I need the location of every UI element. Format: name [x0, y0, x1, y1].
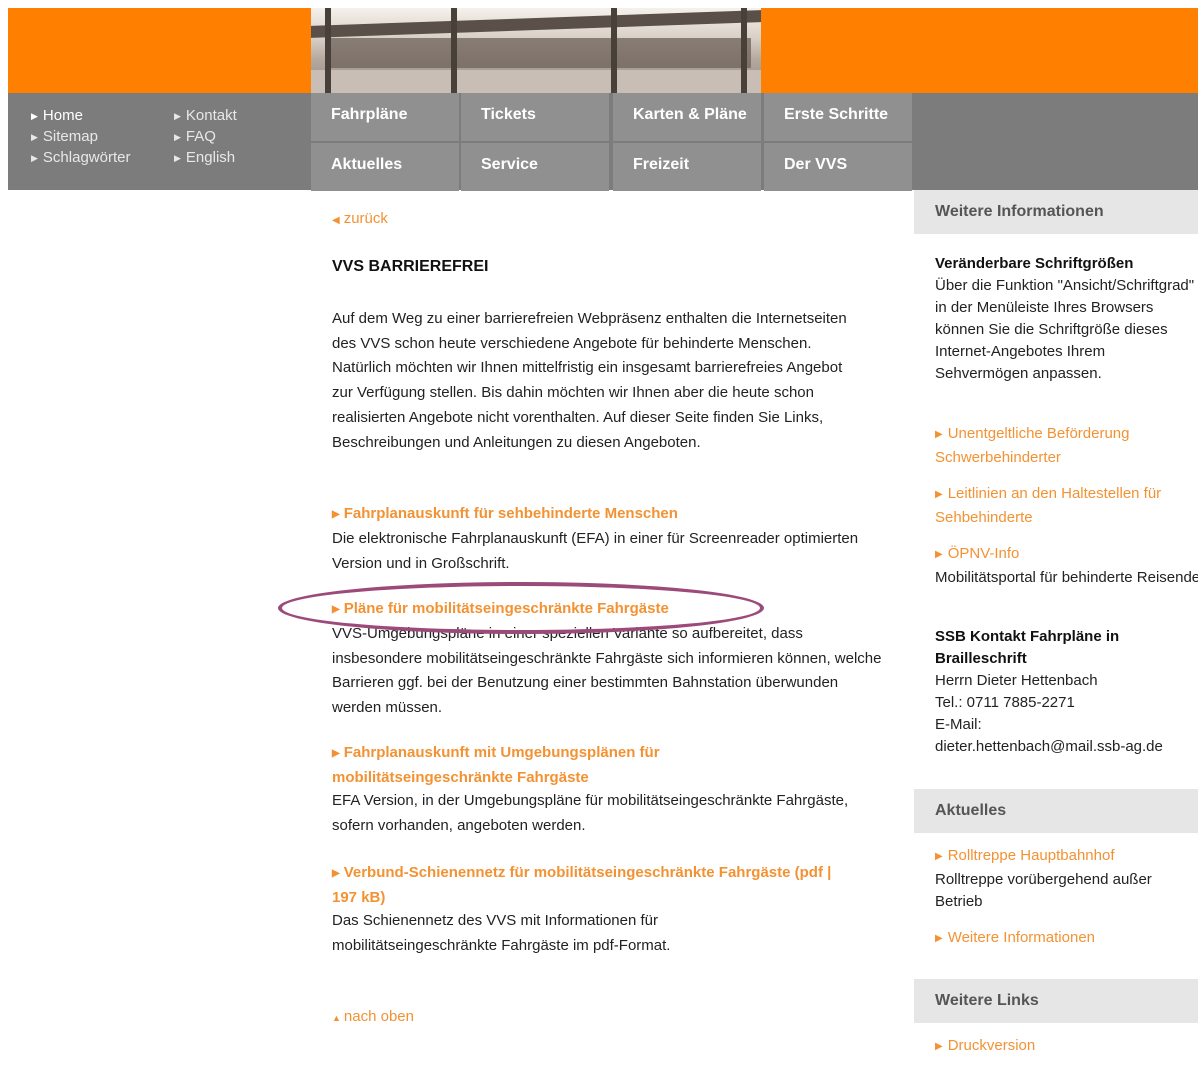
util-link-english[interactable]: ▶ English: [174, 149, 235, 168]
contact-email-label: E-Mail:: [935, 716, 982, 733]
util-link-schlagwoerter[interactable]: ▶ Schlagwörter: [31, 149, 130, 168]
triangle-right-icon: ▶: [935, 549, 943, 560]
contact-title: SSB Kontakt Fahrpläne in Brailleschrift: [935, 628, 1120, 667]
triangle-right-icon: ▶: [935, 429, 943, 440]
sidebar-link-befoerderung[interactable]: ▶ Unentgeltliche Beförderung Schwerbehind…: [935, 425, 1130, 466]
contact-phone: Tel.: 0711 7885-2271: [935, 694, 1075, 711]
triangle-left-icon: ◀: [332, 215, 340, 226]
triangle-right-icon: ▶: [174, 153, 181, 163]
font-size-title: Veränderbare Schriftgrößen: [935, 255, 1134, 272]
nav-fahrplaene[interactable]: Fahrpläne: [311, 93, 459, 141]
util-link-sitemap[interactable]: ▶ Sitemap: [31, 128, 98, 147]
nav-karten-plaene[interactable]: Karten & Pläne: [613, 93, 761, 141]
sidebar-heading-aktuelles: Aktuelles: [914, 789, 1198, 833]
sidebar-heading-weitere-informationen: Weitere Informationen: [914, 190, 1198, 234]
sidebar-link-weitere-informationen[interactable]: ▶ Weitere Informationen: [935, 929, 1095, 946]
sidebar-link-druckversion[interactable]: ▶ Druckversion: [935, 1037, 1035, 1054]
triangle-right-icon: ▶: [935, 933, 943, 944]
sidebar-link-item: ▶ Weitere Informationen: [935, 927, 1198, 951]
page-title: VVS BARRIEREFREI: [332, 258, 489, 275]
entry-title-link[interactable]: ▶ Fahrplanauskunft für sehbehinderte Mens…: [332, 505, 678, 522]
font-size-info: Veränderbare Schriftgrößen Über die Funk…: [935, 253, 1198, 385]
nav-tickets[interactable]: Tickets: [461, 93, 609, 141]
nav-aktuelles[interactable]: Aktuelles: [311, 143, 459, 191]
sidebar-link-item: ▶ Leitlinien an den Haltestellen für Sehb…: [935, 483, 1198, 529]
back-link[interactable]: ◀ zurück: [332, 210, 388, 227]
sidebar-link-item: ▶ Druckversion: [935, 1035, 1198, 1059]
triangle-right-icon: ▶: [31, 111, 38, 121]
util-link-home[interactable]: ▶ Home: [31, 107, 83, 126]
intro-text: Auf dem Weg zu einer barrierefreien Webp…: [332, 310, 847, 451]
entry-title-link[interactable]: ▶ Fahrplanauskunft mit Umgebungsplänen fü…: [332, 744, 660, 786]
entry-screenreader: ▶ Fahrplanauskunft für sehbehinderte Mens…: [332, 502, 887, 576]
triangle-right-icon: ▶: [31, 153, 38, 163]
sidebar-heading-weitere-links: Weitere Links: [914, 979, 1198, 1023]
sidebar: Weitere Informationen Veränderbare Schri…: [914, 190, 1198, 1065]
entry-description: VVS-Umgebungspläne in einer speziellen V…: [332, 625, 882, 717]
contact-name: Herrn Dieter Hettenbach: [935, 672, 1098, 689]
sidebar-link-rolltreppe[interactable]: ▶ Rolltreppe Hauptbahnhof: [935, 847, 1115, 864]
highlight-ellipse: [278, 582, 764, 634]
sidebar-link-item: ▶ ÖPNV-Info Mobilitätsportal für behinder…: [935, 543, 1198, 589]
entry-description: EFA Version, in der Umgebungspläne für m…: [332, 792, 849, 834]
nav-der-vvs[interactable]: Der VVS: [764, 143, 912, 191]
contact-email[interactable]: dieter.hettenbach@mail.ssb-ag.de: [935, 738, 1163, 755]
triangle-right-icon: ▶: [935, 1041, 943, 1052]
entry-title-link[interactable]: ▶ Verbund-Schienennetz für mobilitätseing…: [332, 864, 831, 906]
entry-schienennetz: ▶ Verbund-Schienennetz für mobilitätseing…: [332, 861, 852, 958]
entry-description: Die elektronische Fahrplanauskunft (EFA)…: [332, 530, 859, 572]
triangle-up-icon: ▲: [332, 1013, 341, 1023]
entry-description: Das Schienennetz des VVS mit Information…: [332, 912, 671, 954]
triangle-right-icon: ▶: [935, 489, 943, 500]
back-to-top-link[interactable]: ▲ nach oben: [332, 1008, 414, 1025]
triangle-right-icon: ▶: [332, 509, 340, 520]
entry-fahrplanauskunft-umgebung: ▶ Fahrplanauskunft mit Umgebungsplänen fü…: [332, 741, 848, 838]
sidebar-link-item: ▶ Unentgeltliche Beförderung Schwerbehind…: [935, 423, 1198, 469]
util-link-kontakt[interactable]: ▶ Kontakt: [174, 107, 237, 126]
util-link-faq[interactable]: ▶ FAQ: [174, 128, 216, 147]
nav-erste-schritte[interactable]: Erste Schritte: [764, 93, 912, 141]
contact-info: SSB Kontakt Fahrpläne in Brailleschrift …: [935, 626, 1198, 758]
triangle-right-icon: ▶: [332, 868, 340, 879]
font-size-text: Über die Funktion "Ansicht/Schriftgrad" …: [935, 277, 1195, 382]
sidebar-link-description: Rolltreppe vorübergehend außer Betrieb: [935, 871, 1152, 910]
main-navigation: Fahrpläne Tickets Karten & Pläne Erste S…: [311, 93, 913, 191]
sidebar-link-item: ▶ Rolltreppe Hauptbahnhof Rolltreppe vorü…: [935, 845, 1198, 913]
sidebar-link-description: Mobilitätsportal für behinderte Reisende: [935, 569, 1198, 586]
nav-service[interactable]: Service: [461, 143, 609, 191]
triangle-right-icon: ▶: [332, 748, 340, 759]
header-banner-image: [311, 8, 761, 93]
nav-freizeit[interactable]: Freizeit: [613, 143, 761, 191]
sidebar-link-oepnv-info[interactable]: ▶ ÖPNV-Info: [935, 545, 1019, 562]
triangle-right-icon: ▶: [935, 851, 943, 862]
triangle-right-icon: ▶: [174, 111, 181, 121]
sidebar-link-leitlinien[interactable]: ▶ Leitlinien an den Haltestellen für Sehb…: [935, 485, 1161, 526]
triangle-right-icon: ▶: [174, 132, 181, 142]
triangle-right-icon: ▶: [31, 132, 38, 142]
